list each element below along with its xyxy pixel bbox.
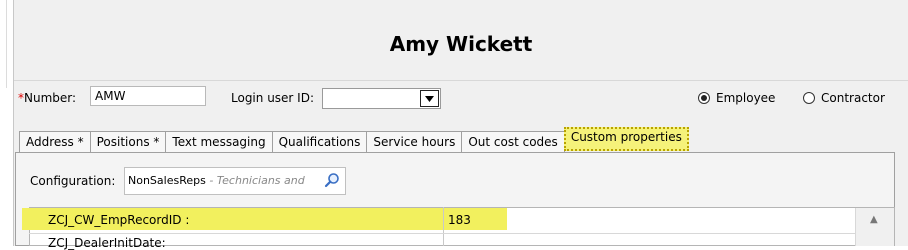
number-input[interactable]: AMW xyxy=(90,86,206,106)
search-icon[interactable] xyxy=(322,170,342,190)
tab-strip: Address * Positions * Text messaging Qua… xyxy=(19,127,689,153)
number-label-text: Number: xyxy=(24,91,77,105)
configuration-field[interactable]: NonSalesReps - Technicians and xyxy=(124,167,346,195)
property-value-cell[interactable]: 183 xyxy=(448,213,471,227)
tab-out-cost-codes[interactable]: Out cost codes xyxy=(461,131,565,153)
radio-unselected-icon[interactable] xyxy=(803,92,815,104)
contractor-radio-label: Contractor xyxy=(821,91,885,105)
configuration-label: Configuration: xyxy=(30,174,116,188)
tab-custom-properties[interactable]: Custom properties xyxy=(563,127,689,151)
configuration-value: NonSalesReps xyxy=(128,174,206,187)
left-panel-edge xyxy=(0,0,7,88)
tab-positions[interactable]: Positions * xyxy=(89,131,167,153)
header-divider xyxy=(14,80,908,81)
login-user-id-select[interactable] xyxy=(322,88,441,109)
employee-radio[interactable]: Employee xyxy=(698,91,775,105)
tab-address[interactable]: Address * xyxy=(19,131,91,153)
page-title: Amy Wickett xyxy=(389,32,533,56)
property-name-cell: ZCJ_DealerInitDate: xyxy=(48,236,166,250)
property-name-cell: ZCJ_CW_EmpRecordID : xyxy=(48,213,190,227)
scroll-up-icon[interactable]: ▲ xyxy=(870,214,878,225)
tab-text-messaging[interactable]: Text messaging xyxy=(165,131,273,153)
grid-row-divider xyxy=(29,233,855,234)
configuration-hint: - Technicians and xyxy=(205,174,305,187)
login-user-id-label: Login user ID: xyxy=(231,91,314,105)
radio-selected-icon[interactable] xyxy=(698,92,710,104)
grid-column-divider xyxy=(443,207,444,246)
chevron-down-icon[interactable] xyxy=(420,90,439,107)
employee-radio-label: Employee xyxy=(716,91,776,105)
number-label: *Number: xyxy=(18,91,76,105)
contractor-radio[interactable]: Contractor xyxy=(803,91,885,105)
tab-service-hours[interactable]: Service hours xyxy=(366,131,463,153)
grid-scrollbar[interactable]: ▲ xyxy=(855,208,894,246)
tab-qualifications[interactable]: Qualifications xyxy=(271,131,368,153)
